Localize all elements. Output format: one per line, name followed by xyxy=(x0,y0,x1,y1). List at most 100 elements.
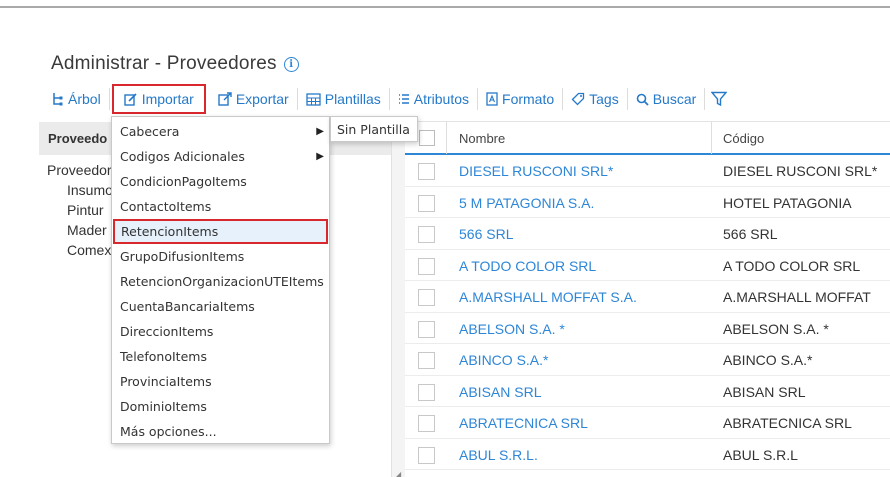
row-checkbox[interactable] xyxy=(418,320,435,338)
format-label: Formato xyxy=(502,91,555,107)
resize-handle[interactable]: ◢ xyxy=(395,470,401,477)
menu-item-telefono[interactable]: TelefonoItems xyxy=(112,344,329,369)
import-dropdown-menu: Cabecera ▶ Codigos Adicionales ▶ Condicion… xyxy=(111,116,330,444)
toolbar: Árbol Importar Exportar Plantillas Atrib… xyxy=(44,84,733,114)
grid-header: Nombre Código xyxy=(405,121,890,155)
supplier-name-link[interactable]: ABISAN SRL xyxy=(459,384,541,400)
table-row[interactable]: ABISAN SRL ABISAN SRL xyxy=(405,376,890,407)
tree-label: Árbol xyxy=(68,91,101,107)
templates-label: Plantillas xyxy=(324,91,381,107)
tree-button[interactable]: Árbol xyxy=(44,88,110,110)
export-button[interactable]: Exportar xyxy=(210,88,298,110)
page-title-text: Administrar - Proveedores xyxy=(51,53,277,74)
table-row[interactable]: A TODO COLOR SRL A TODO COLOR SRL xyxy=(405,250,890,281)
menu-item-dominio[interactable]: DominioItems xyxy=(112,394,329,419)
export-label: Exportar xyxy=(235,91,289,107)
tree-node[interactable]: Pintur xyxy=(47,200,113,220)
menu-item-label: Codigos Adicionales xyxy=(120,149,245,164)
table-row[interactable]: 5 M PATAGONIA S.A. HOTEL PATAGONIA xyxy=(405,187,890,218)
row-checkbox[interactable] xyxy=(418,194,435,212)
category-tree: Proveedor Insumo Pintur Mader Comex xyxy=(47,160,113,260)
submenu-sin-plantilla[interactable]: Sin Plantilla xyxy=(330,116,418,142)
supplier-name-link[interactable]: ABUL S.R.L. xyxy=(459,447,538,463)
row-checkbox[interactable] xyxy=(418,163,435,180)
filter-icon xyxy=(711,91,728,107)
panel-splitter[interactable] xyxy=(391,122,405,477)
attributes-button[interactable]: Atributos xyxy=(390,88,479,110)
table-row[interactable]: ABELSON S.A. * ABELSON S.A. * xyxy=(405,313,890,344)
supplier-code: A.MARSHALL MOFFAT xyxy=(723,289,871,305)
tags-button[interactable]: Tags xyxy=(563,88,628,110)
edit-icon xyxy=(123,93,137,106)
row-checkbox[interactable] xyxy=(418,226,435,243)
supplier-code: HOTEL PATAGONIA xyxy=(723,194,852,211)
menu-item-retencion-ute[interactable]: RetencionOrganizacionUTEItems xyxy=(112,269,329,294)
import-label: Importar xyxy=(141,91,194,107)
filter-button[interactable] xyxy=(705,91,733,107)
format-icon xyxy=(486,92,498,106)
supplier-code: ABINCO S.A.* xyxy=(723,352,813,368)
menu-item-contacto[interactable]: ContactoItems xyxy=(112,194,329,219)
supplier-name-link[interactable]: ABELSON S.A. * xyxy=(459,321,565,337)
row-checkbox[interactable] xyxy=(418,257,435,275)
tree-node[interactable]: Mader xyxy=(47,220,113,240)
supplier-name-link[interactable]: DIESEL RUSCONI SRL* xyxy=(459,163,613,179)
supplier-code: 566 SRL xyxy=(723,226,778,242)
tag-icon xyxy=(571,92,585,106)
list-icon xyxy=(398,94,409,104)
format-button[interactable]: Formato xyxy=(478,88,564,110)
menu-item-condicion-pago[interactable]: CondicionPagoItems xyxy=(112,169,329,194)
menu-item-direccion[interactable]: DireccionItems xyxy=(112,319,329,344)
row-checkbox[interactable] xyxy=(418,289,435,306)
supplier-code: ABELSON S.A. * xyxy=(723,320,829,337)
supplier-code: ABISAN SRL xyxy=(723,383,806,400)
menu-item-codigos-adicionales[interactable]: Codigos Adicionales ▶ xyxy=(112,144,329,169)
supplier-grid: DIESEL RUSCONI SRL* DIESEL RUSCONI SRL* 5… xyxy=(405,155,890,470)
search-icon xyxy=(636,93,649,106)
menu-item-label: Cabecera xyxy=(120,124,180,139)
table-row[interactable]: ABINCO S.A.* ABINCO S.A.* xyxy=(405,344,890,376)
column-divider xyxy=(711,122,712,154)
supplier-code: ABRATECNICA SRL xyxy=(723,415,852,431)
menu-item-retencion[interactable]: RetencionItems xyxy=(113,219,328,244)
supplier-code: ABUL S.R.L xyxy=(723,446,798,463)
row-checkbox[interactable] xyxy=(418,383,435,401)
supplier-name-link[interactable]: 5 M PATAGONIA S.A. xyxy=(459,195,594,211)
submenu-arrow-icon: ▶ xyxy=(316,126,324,137)
row-checkbox[interactable] xyxy=(418,352,435,369)
search-button[interactable]: Buscar xyxy=(628,88,706,110)
info-icon[interactable]: i xyxy=(283,56,299,72)
templates-button[interactable]: Plantillas xyxy=(298,88,390,110)
tree-node-root[interactable]: Proveedor xyxy=(47,160,113,180)
table-row[interactable]: ABUL S.R.L. ABUL S.R.L xyxy=(405,439,890,470)
menu-item-more-options[interactable]: Más opciones... xyxy=(112,419,329,444)
table-row[interactable]: DIESEL RUSCONI SRL* DIESEL RUSCONI SRL* xyxy=(405,155,890,187)
menu-item-cabecera[interactable]: Cabecera ▶ xyxy=(112,119,329,144)
tags-label: Tags xyxy=(589,91,619,107)
import-button[interactable]: Importar xyxy=(111,84,206,114)
top-border xyxy=(0,0,890,8)
table-row[interactable]: 566 SRL 566 SRL xyxy=(405,218,890,250)
supplier-name-link[interactable]: A TODO COLOR SRL xyxy=(459,258,596,274)
table-row[interactable]: ABRATECNICA SRL ABRATECNICA SRL xyxy=(405,407,890,439)
column-header-name[interactable]: Nombre xyxy=(459,131,505,146)
row-checkbox[interactable] xyxy=(418,446,435,464)
external-link-icon xyxy=(218,92,232,106)
supplier-code: DIESEL RUSCONI SRL* xyxy=(723,163,878,179)
supplier-name-link[interactable]: 566 SRL xyxy=(459,226,513,242)
tree-node[interactable]: Comex xyxy=(47,240,113,260)
select-all-checkbox[interactable] xyxy=(419,130,435,146)
table-row[interactable]: A.MARSHALL MOFFAT S.A. A.MARSHALL MOFFAT xyxy=(405,281,890,313)
menu-item-cuenta-bancaria[interactable]: CuentaBancariaItems xyxy=(112,294,329,319)
supplier-name-link[interactable]: ABINCO S.A.* xyxy=(459,352,548,368)
submenu-arrow-icon: ▶ xyxy=(316,151,324,162)
supplier-name-link[interactable]: A.MARSHALL MOFFAT S.A. xyxy=(459,289,637,305)
page-title: Administrar - Proveedores i xyxy=(51,53,299,75)
attributes-label: Atributos xyxy=(413,91,470,107)
column-header-code[interactable]: Código xyxy=(723,131,764,146)
supplier-name-link[interactable]: ABRATECNICA SRL xyxy=(459,415,588,431)
menu-item-provincia[interactable]: ProvinciaItems xyxy=(112,369,329,394)
menu-item-grupo-difusion[interactable]: GrupoDifusionItems xyxy=(112,244,329,269)
row-checkbox[interactable] xyxy=(418,415,435,432)
tree-node[interactable]: Insumo xyxy=(47,180,113,200)
